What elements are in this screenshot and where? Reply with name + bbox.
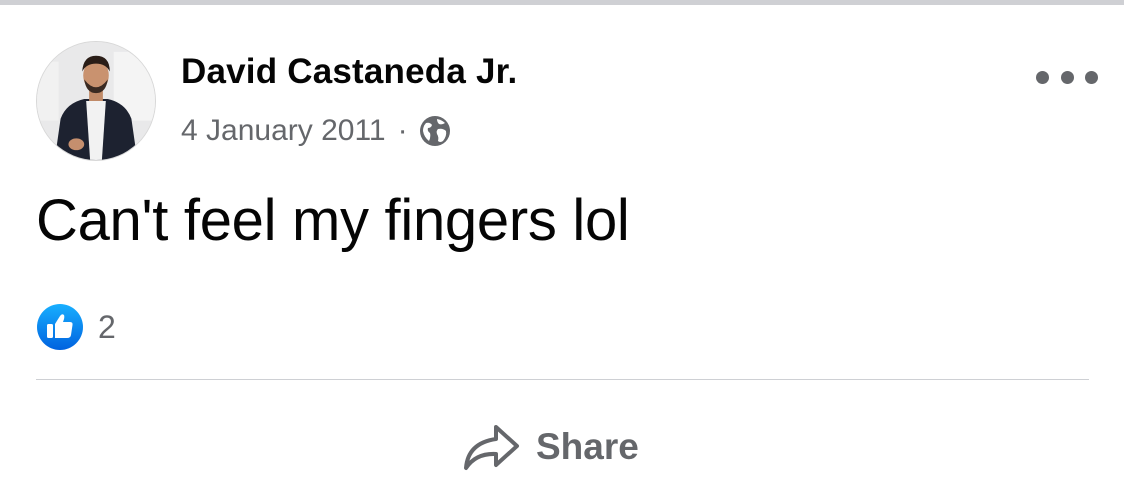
share-label: Share xyxy=(536,426,639,467)
globe-icon xyxy=(419,116,450,146)
post-card: David Castaneda Jr. 4 January 2011 · Can… xyxy=(0,5,1124,483)
more-options-icon xyxy=(1036,70,1049,84)
post-meta: 4 January 2011 · xyxy=(181,111,452,151)
share-arrow-icon xyxy=(464,425,519,470)
reaction-count: 2 xyxy=(98,308,116,345)
divider xyxy=(36,379,1089,380)
share-button[interactable]: Share xyxy=(462,417,639,477)
like-icon xyxy=(37,304,83,350)
meta-separator: · xyxy=(397,114,408,147)
more-options-button[interactable] xyxy=(1036,61,1098,93)
avatar[interactable] xyxy=(36,41,156,161)
reactions-summary[interactable]: 2 xyxy=(36,303,116,351)
post-date[interactable]: 4 January 2011 xyxy=(181,114,386,148)
more-options-dot xyxy=(1085,70,1098,84)
more-options-dot xyxy=(1060,70,1074,84)
author-name[interactable]: David Castaneda Jr. xyxy=(181,52,517,92)
post-text: Can't feel my fingers lol xyxy=(36,188,630,253)
avatar-photo xyxy=(37,42,155,160)
